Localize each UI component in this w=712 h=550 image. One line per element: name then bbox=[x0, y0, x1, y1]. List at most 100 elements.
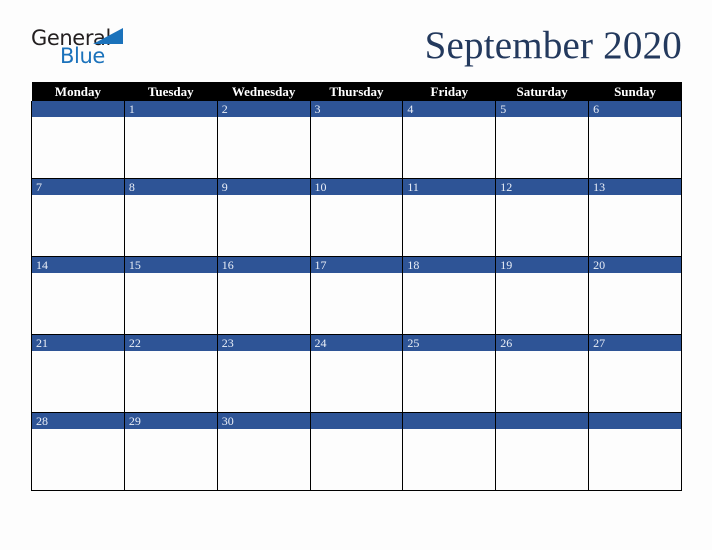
calendar-day-cell[interactable]: 28 bbox=[31, 412, 125, 491]
calendar-day-cell[interactable] bbox=[402, 412, 497, 491]
calendar-day-cell[interactable]: 29 bbox=[124, 412, 218, 491]
calendar-day-cell[interactable]: 15 bbox=[124, 256, 218, 335]
calendar-week-row: 7 8 9 10 11 12 13 bbox=[31, 178, 682, 257]
day-notes-area[interactable] bbox=[32, 117, 124, 178]
calendar-week-row: 28 29 30 bbox=[31, 412, 682, 491]
day-number: 23 bbox=[217, 335, 310, 351]
day-number: 27 bbox=[589, 335, 681, 351]
calendar-day-cell[interactable]: 6 bbox=[588, 101, 682, 179]
calendar-day-cell[interactable]: 3 bbox=[310, 101, 404, 179]
day-number: 8 bbox=[124, 179, 217, 195]
day-notes-area[interactable] bbox=[310, 195, 403, 256]
day-notes-area[interactable] bbox=[310, 429, 403, 490]
calendar-day-cell[interactable]: 13 bbox=[588, 178, 682, 257]
day-number: 28 bbox=[32, 413, 124, 429]
calendar-day-cell[interactable]: 25 bbox=[402, 334, 497, 413]
day-notes-area[interactable] bbox=[310, 351, 403, 412]
day-notes-area[interactable] bbox=[124, 273, 217, 334]
calendar-day-cell[interactable]: 2 bbox=[217, 101, 311, 179]
calendar-day-cell[interactable]: 14 bbox=[31, 256, 125, 335]
calendar-grid: Monday Tuesday Wednesday Thursday Friday… bbox=[31, 82, 682, 491]
day-notes-area[interactable] bbox=[496, 195, 589, 256]
page-header: General Blue September 2020 bbox=[31, 22, 682, 74]
calendar-day-cell[interactable]: 30 bbox=[217, 412, 311, 491]
day-number: 17 bbox=[310, 257, 403, 273]
day-number: 16 bbox=[217, 257, 310, 273]
day-number: 7 bbox=[32, 179, 124, 195]
day-notes-area[interactable] bbox=[217, 273, 310, 334]
calendar-day-cell[interactable]: 11 bbox=[402, 178, 497, 257]
day-number: 3 bbox=[310, 101, 403, 117]
day-notes-area[interactable] bbox=[403, 273, 496, 334]
day-number: 21 bbox=[32, 335, 124, 351]
calendar-day-cell[interactable]: 19 bbox=[495, 256, 590, 335]
weekday-header-sunday: Sunday bbox=[588, 82, 682, 101]
day-notes-area[interactable] bbox=[124, 429, 217, 490]
day-notes-area[interactable] bbox=[124, 351, 217, 412]
page-title: September 2020 bbox=[424, 24, 682, 67]
calendar-day-cell[interactable] bbox=[588, 412, 682, 491]
calendar-day-cell[interactable]: 21 bbox=[31, 334, 125, 413]
day-notes-area[interactable] bbox=[310, 117, 403, 178]
day-number: 22 bbox=[124, 335, 217, 351]
day-notes-area[interactable] bbox=[496, 273, 589, 334]
calendar-day-cell[interactable]: 26 bbox=[495, 334, 590, 413]
weekday-header-tuesday: Tuesday bbox=[124, 82, 218, 101]
calendar-day-cell[interactable]: 12 bbox=[495, 178, 590, 257]
day-notes-area[interactable] bbox=[124, 117, 217, 178]
calendar-day-cell[interactable]: 7 bbox=[31, 178, 125, 257]
weekday-header-wednesday: Wednesday bbox=[217, 82, 311, 101]
calendar-day-cell[interactable]: 5 bbox=[495, 101, 590, 179]
calendar-day-cell[interactable]: 27 bbox=[588, 334, 682, 413]
day-notes-area[interactable] bbox=[589, 117, 681, 178]
weekday-header-row: Monday Tuesday Wednesday Thursday Friday… bbox=[31, 82, 682, 101]
day-number: 24 bbox=[310, 335, 403, 351]
day-number: 25 bbox=[403, 335, 496, 351]
calendar-day-cell[interactable]: 4 bbox=[402, 101, 497, 179]
day-notes-area[interactable] bbox=[32, 429, 124, 490]
day-notes-area[interactable] bbox=[403, 117, 496, 178]
day-notes-area[interactable] bbox=[496, 351, 589, 412]
calendar-day-cell[interactable]: 9 bbox=[217, 178, 311, 257]
calendar-day-cell[interactable]: 10 bbox=[310, 178, 404, 257]
day-number: 6 bbox=[589, 101, 681, 117]
day-number bbox=[589, 413, 681, 429]
day-notes-area[interactable] bbox=[32, 195, 124, 256]
day-number: 29 bbox=[124, 413, 217, 429]
day-number: 19 bbox=[496, 257, 589, 273]
calendar-day-cell[interactable] bbox=[310, 412, 404, 491]
day-notes-area[interactable] bbox=[217, 351, 310, 412]
calendar-day-cell[interactable]: 17 bbox=[310, 256, 404, 335]
calendar-day-cell[interactable] bbox=[495, 412, 590, 491]
day-notes-area[interactable] bbox=[310, 273, 403, 334]
day-number: 14 bbox=[32, 257, 124, 273]
day-notes-area[interactable] bbox=[589, 195, 681, 256]
day-notes-area[interactable] bbox=[496, 117, 589, 178]
weekday-header-thursday: Thursday bbox=[310, 82, 403, 101]
calendar-day-cell[interactable] bbox=[31, 101, 125, 179]
logo-triangle-icon bbox=[93, 28, 123, 44]
day-notes-area[interactable] bbox=[496, 429, 589, 490]
day-notes-area[interactable] bbox=[32, 351, 124, 412]
day-notes-area[interactable] bbox=[403, 429, 496, 490]
day-notes-area[interactable] bbox=[217, 117, 310, 178]
calendar-day-cell[interactable]: 8 bbox=[124, 178, 218, 257]
day-notes-area[interactable] bbox=[403, 195, 496, 256]
calendar-day-cell[interactable]: 24 bbox=[310, 334, 404, 413]
day-notes-area[interactable] bbox=[589, 351, 681, 412]
day-number: 18 bbox=[403, 257, 496, 273]
day-notes-area[interactable] bbox=[217, 195, 310, 256]
day-number: 2 bbox=[217, 101, 310, 117]
calendar-day-cell[interactable]: 1 bbox=[124, 101, 218, 179]
calendar-day-cell[interactable]: 18 bbox=[402, 256, 497, 335]
day-notes-area[interactable] bbox=[403, 351, 496, 412]
calendar-day-cell[interactable]: 22 bbox=[124, 334, 218, 413]
day-notes-area[interactable] bbox=[217, 429, 310, 490]
calendar-day-cell[interactable]: 20 bbox=[588, 256, 682, 335]
day-notes-area[interactable] bbox=[32, 273, 124, 334]
day-notes-area[interactable] bbox=[589, 429, 681, 490]
calendar-day-cell[interactable]: 16 bbox=[217, 256, 311, 335]
calendar-day-cell[interactable]: 23 bbox=[217, 334, 311, 413]
day-notes-area[interactable] bbox=[124, 195, 217, 256]
day-notes-area[interactable] bbox=[589, 273, 681, 334]
